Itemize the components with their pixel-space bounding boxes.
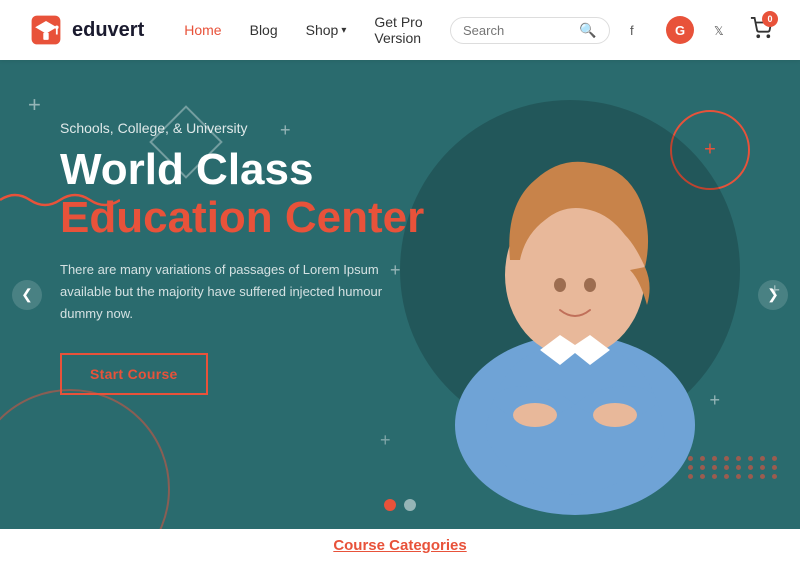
logo-text: eduvert	[72, 19, 144, 42]
hero-person	[405, 85, 745, 515]
hero-content: Schools, College, & University World Cla…	[60, 120, 424, 395]
hero-description: There are many variations of passages of…	[60, 259, 400, 325]
cart-badge: 0	[762, 11, 778, 27]
slider-next-button[interactable]: ❯	[758, 280, 788, 310]
search-icon[interactable]: 🔍	[579, 22, 596, 39]
nav-links: Home Blog Shop ▾ Get Pro Version	[184, 14, 450, 46]
facebook-icon[interactable]: f	[624, 16, 652, 44]
deco-circle-bottom-left	[0, 389, 170, 529]
twitter-icon[interactable]: 𝕏	[708, 16, 736, 44]
nav-home[interactable]: Home	[184, 22, 221, 38]
graduation-cap-icon	[28, 12, 64, 48]
google-avatar[interactable]: G	[666, 16, 694, 44]
svg-text:𝕏: 𝕏	[714, 24, 724, 38]
nav-pro[interactable]: Get Pro Version	[374, 14, 450, 46]
shop-chevron-icon: ▾	[341, 25, 346, 36]
navbar: eduvert Home Blog Shop ▾ Get Pro Version…	[0, 0, 800, 60]
slider-dot-2[interactable]	[404, 499, 416, 511]
svg-text:f: f	[630, 23, 634, 38]
start-course-button[interactable]: Start Course	[60, 353, 208, 395]
logo[interactable]: eduvert	[28, 12, 144, 48]
hero-title-orange: Education Center	[60, 194, 424, 242]
course-categories-section: Course Categories	[0, 529, 800, 563]
hero-subtitle: Schools, College, & University	[60, 120, 424, 136]
cart-icon[interactable]: 0	[750, 17, 772, 44]
hero-section: + + + + + + +	[0, 60, 800, 529]
nav-blog[interactable]: Blog	[250, 22, 278, 38]
slider-dot-1[interactable]	[384, 499, 396, 511]
slider-dots	[384, 499, 416, 511]
hero-title-white: World Class	[60, 146, 424, 194]
slider-prev-button[interactable]: ❮	[12, 280, 42, 310]
search-bar: 🔍	[450, 17, 610, 44]
deco-plus-1: +	[28, 92, 41, 118]
search-input[interactable]	[463, 23, 573, 38]
course-categories-link[interactable]: Course Categories	[333, 537, 466, 554]
nav-icons: f G 𝕏 0	[624, 16, 772, 44]
deco-plus-6: +	[380, 430, 391, 451]
nav-shop[interactable]: Shop ▾	[306, 22, 347, 38]
